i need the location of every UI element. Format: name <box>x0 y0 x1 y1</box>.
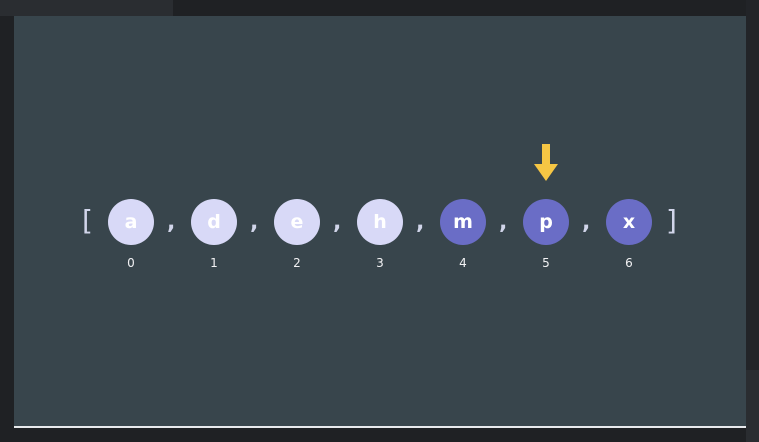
right-edge-strip <box>746 0 759 442</box>
array-index-4: 4 <box>459 256 467 270</box>
separator-comma-2: , <box>333 210 342 235</box>
separator-comma-1: , <box>250 210 259 235</box>
array-node-0: a <box>108 199 154 245</box>
top-left-strip <box>0 0 173 16</box>
array-node-3: h <box>357 199 403 245</box>
separator-comma-5: , <box>582 210 591 235</box>
array-diagram: [ a 0 , d 1 , e 2 , h 3 , m 4 , p 5 , x … <box>14 16 746 426</box>
array-node-5: p <box>523 199 569 245</box>
arrow-down-icon <box>534 144 558 181</box>
array-node-4: m <box>440 199 486 245</box>
separator-comma-4: , <box>499 210 508 235</box>
array-index-5: 5 <box>542 256 550 270</box>
right-edge-segment <box>746 370 759 442</box>
array-node-1: d <box>191 199 237 245</box>
array-index-6: 6 <box>625 256 633 270</box>
array-index-0: 0 <box>127 256 135 270</box>
array-node-6: x <box>606 199 652 245</box>
close-bracket: ] <box>666 204 677 237</box>
bottom-divider <box>14 426 746 428</box>
open-bracket: [ <box>82 204 93 237</box>
array-index-1: 1 <box>210 256 218 270</box>
array-node-2: e <box>274 199 320 245</box>
separator-comma-3: , <box>416 210 425 235</box>
diagram-panel: [ a 0 , d 1 , e 2 , h 3 , m 4 , p 5 , x … <box>14 16 746 426</box>
array-index-3: 3 <box>376 256 384 270</box>
array-index-2: 2 <box>293 256 301 270</box>
separator-comma-0: , <box>167 210 176 235</box>
page: [ a 0 , d 1 , e 2 , h 3 , m 4 , p 5 , x … <box>0 0 759 442</box>
